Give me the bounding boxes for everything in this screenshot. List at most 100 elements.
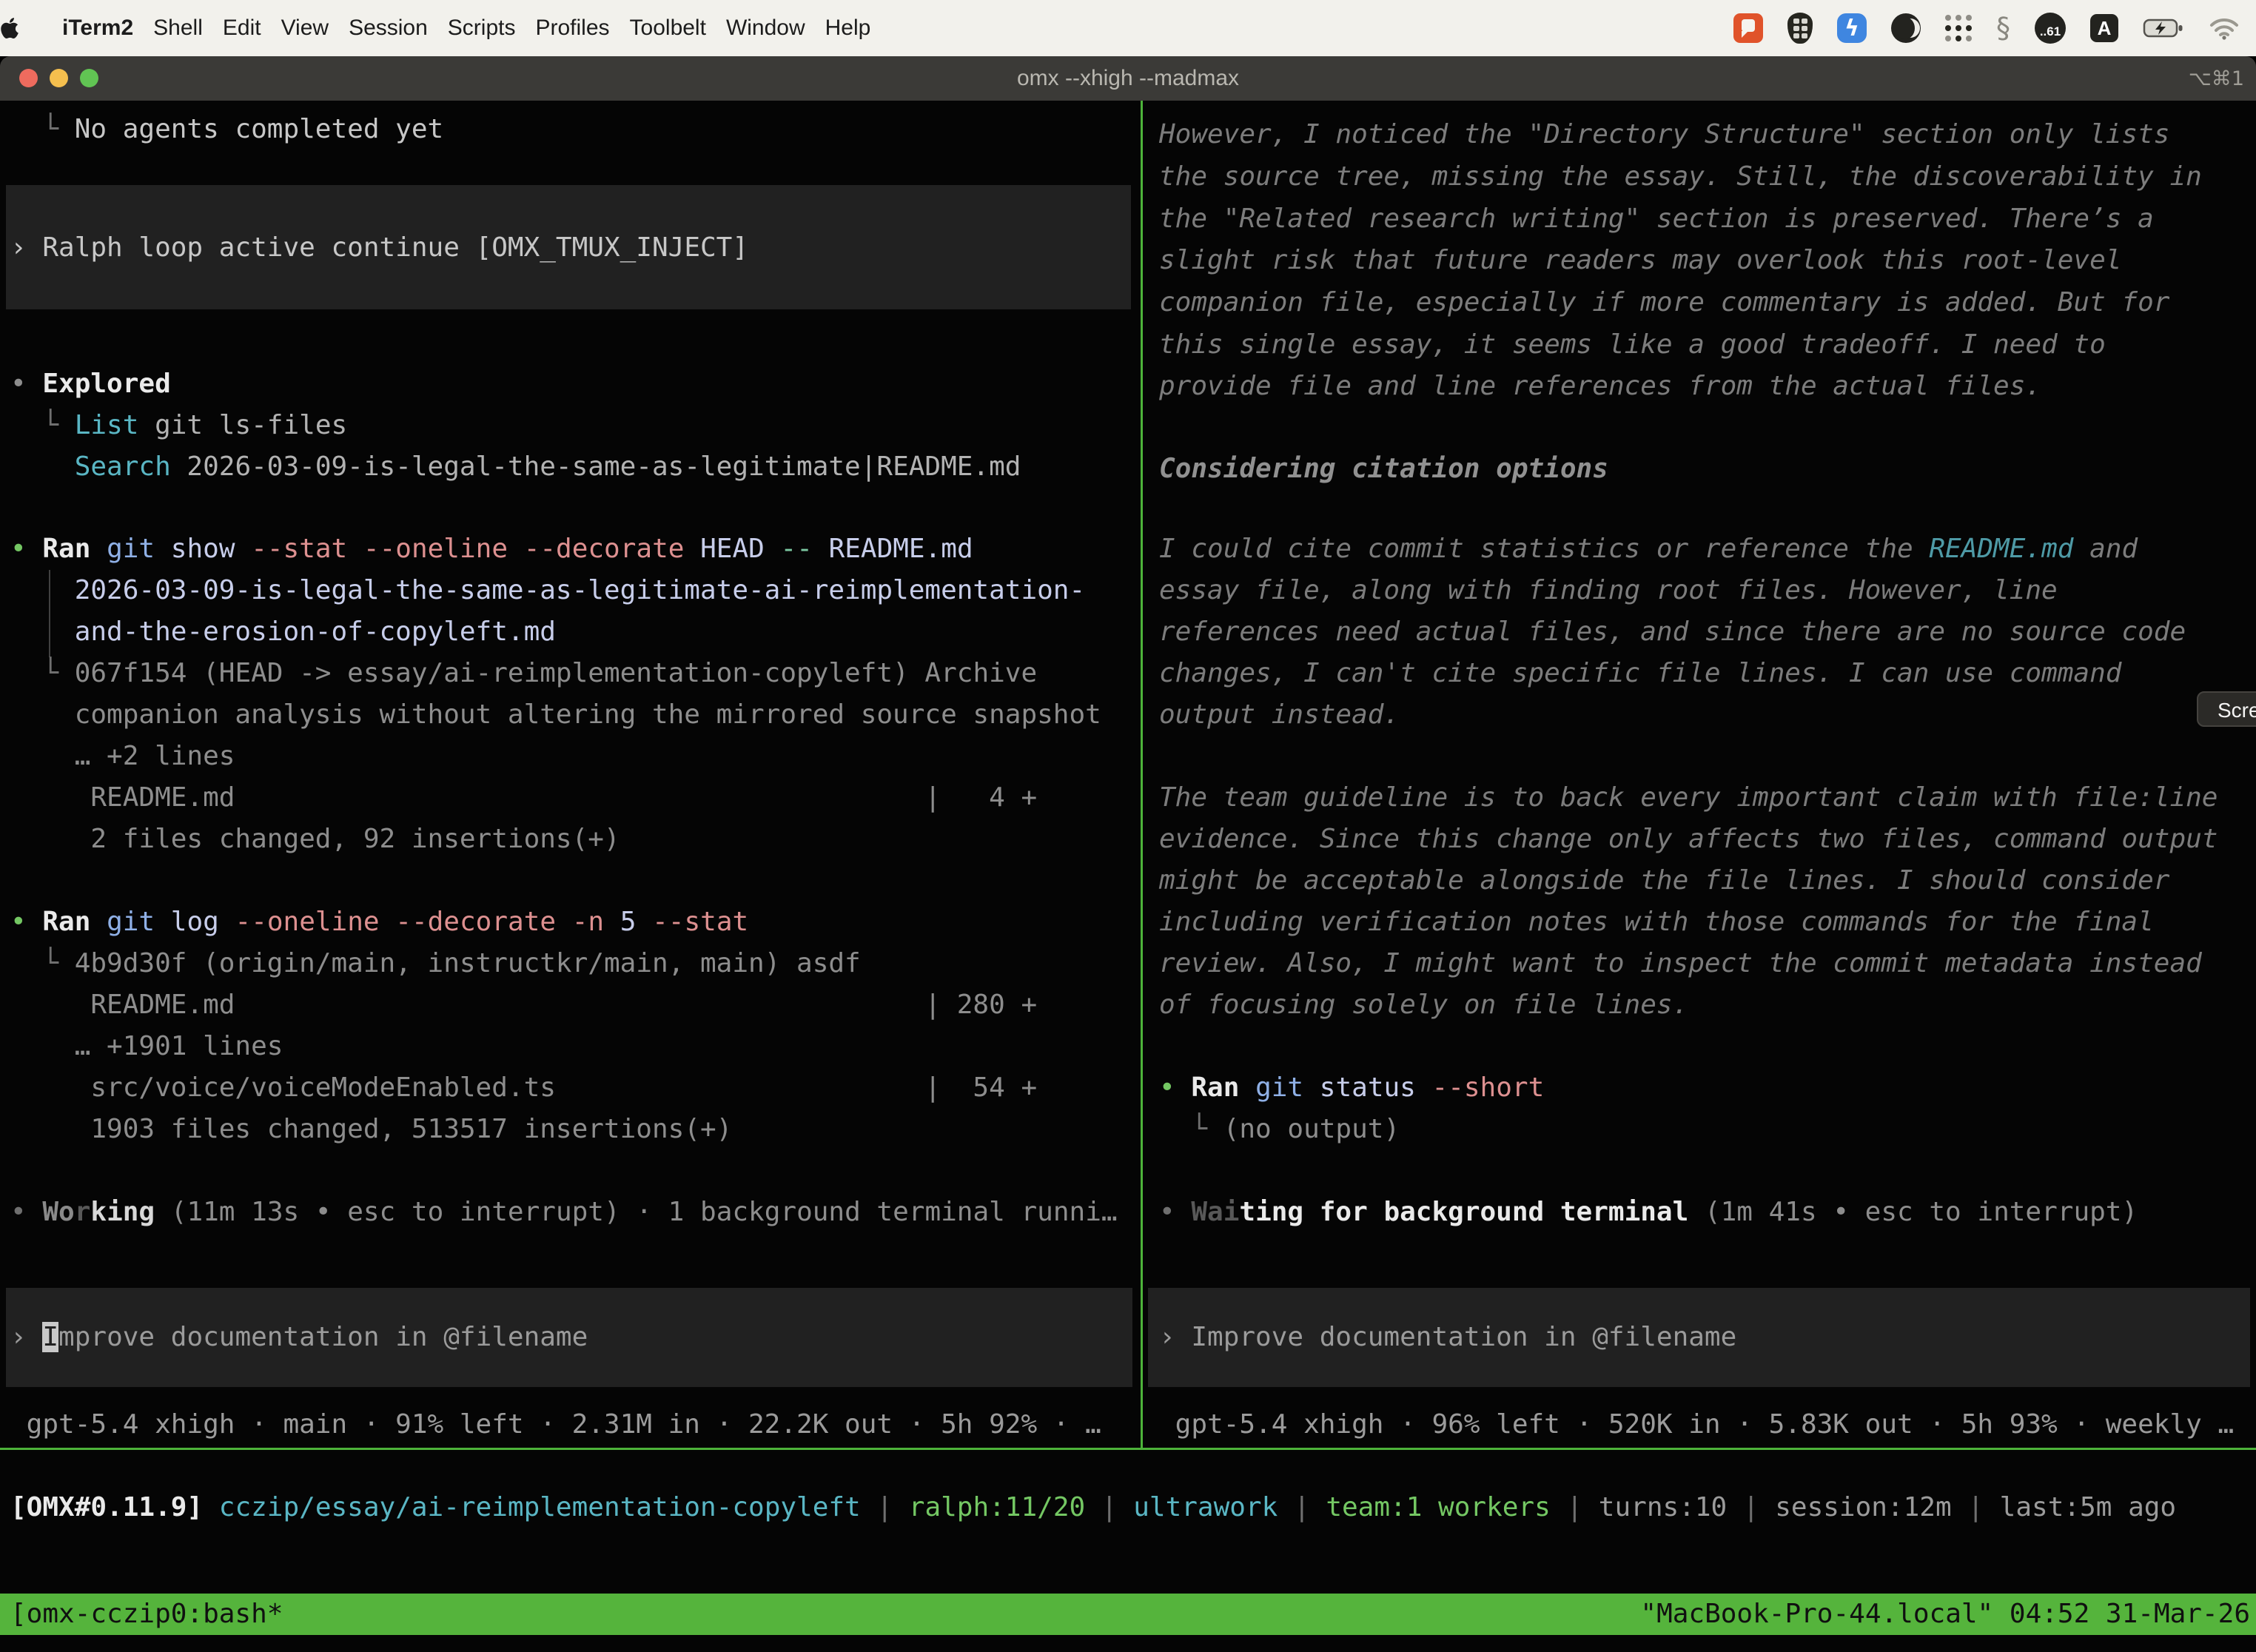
text-segment: companion analysis without altering the … [10,699,1101,730]
text-segment: … +2 lines [10,741,235,771]
menu-item-profiles[interactable]: Profiles [535,16,609,41]
menu-item-help[interactable]: Help [825,16,871,41]
omx-separator: | [1727,1492,1775,1522]
text-segment: gpt-5.4 xhigh · 96% left · 520K in · 5.8… [1159,1409,2234,1440]
text-segment: references need actual files, and since … [1159,617,2186,647]
bolt-app-icon[interactable]: ϟ [1837,13,1867,43]
apple-menu-icon[interactable] [0,16,19,40]
git-show-output-message-line: companion analysis without altering the … [10,694,1101,736]
git-show-output-summary-line: 2 files changed, 92 insertions(+) [10,818,620,860]
text-segment: • [1159,1197,1191,1227]
text-segment [636,907,652,937]
text-segment [604,907,620,937]
squiggle-icon-glyph: § [1996,12,2010,44]
squiggle-icon[interactable]: § [1996,12,2010,44]
git-log-output-stat-line-1: README.md | 280 + [10,984,1037,1026]
omx-session-label: session:12m [1775,1492,1951,1522]
crescent-app-icon[interactable] [1891,13,1921,43]
text-segment: git [107,534,155,564]
text-segment: └ [10,410,75,440]
git-status-output-line: └ (no output) [1159,1108,1400,1150]
thinking-paragraph-line: I could cite commit statistics or refere… [1159,528,2138,570]
menu-status-icons: ϟ § ..61 A [1733,12,2256,44]
text-segment: slight risk that future readers may over… [1159,245,2121,275]
window-title: omx --xhigh --madmax [0,56,2256,101]
text-segment [10,451,75,482]
git-log-output-truncated-line: … +1901 lines [10,1025,283,1067]
menu-item-edit[interactable]: Edit [223,16,261,41]
text-segment: r [75,1197,91,1227]
menu-item-shell[interactable]: Shell [153,16,203,41]
text-segment: --short [1432,1072,1545,1103]
prompt-input[interactable]: › Improve documentation in @filename [1159,1316,1736,1358]
text-segment: provide file and line references from th… [1159,371,2041,401]
thinking-paragraph-line: this single essay, it seems like a good … [1159,323,2106,366]
pane-divider-horizontal [0,1448,2256,1450]
session-status-line: gpt-5.4 xhigh · 96% left · 520K in · 5.8… [1159,1403,2234,1446]
thinking-paragraph-line: the "Related research writing" section i… [1159,198,2154,240]
text-segment: › [1159,1322,1191,1352]
text-segment: › [10,232,42,263]
text-segment: the "Related research writing" section i… [1159,204,2154,234]
chat-app-icon[interactable] [1733,13,1763,43]
text-segment: companion file, especially if more comme… [1159,287,2169,318]
text-segment: › [10,1322,42,1352]
input-source-icon[interactable]: A [2090,14,2118,42]
menu-item-view[interactable]: View [281,16,329,41]
text-segment: including verification notes with those … [1159,907,2154,937]
thinking-paragraph-line: The team guideline is to back every impo… [1159,776,2218,819]
menu-item-app-name[interactable]: iTerm2 [62,16,133,41]
dots-grid-icon[interactable] [1945,15,1972,41]
screen-overlay-label: Scre [2218,699,2256,722]
text-segment [235,534,252,564]
text-segment: --stat [652,907,748,937]
thinking-paragraph-line: of focusing solely on file lines. [1159,984,1688,1026]
macos-menu-bar: iTerm2 Shell Edit View Session Scripts Profil… [0,0,2256,56]
text-segment: • [10,369,42,399]
screen-overlay-button[interactable]: Scre [2197,691,2256,727]
text-segment: 2026-03-09-is-legal-the-same-as-legitima… [10,575,1085,605]
text-segment: I could cite commit statistics or refere… [1159,534,1929,564]
battery-icon-shape [2143,17,2184,39]
wifi-icon[interactable] [2209,16,2240,40]
thinking-paragraph-line: companion file, especially if more comme… [1159,281,2169,323]
thinking-paragraph-line: including verification notes with those … [1159,901,2154,943]
text-segment: git ls-files [138,410,347,440]
dial-app-icon-shape: ..61 [2035,13,2066,44]
text-segment: 4b9d30f (origin/main, instructkr/main, m… [75,948,861,978]
omx-separator: | [1085,1492,1133,1522]
text-segment: --decorate [395,907,556,937]
omx-team-label: team:1 workers [1326,1492,1550,1522]
thinking-paragraph-line: output instead. [1159,694,1400,736]
menu-items: iTerm2 Shell Edit View Session Scripts Profil… [52,16,870,41]
pane-divider-vertical[interactable] [1141,101,1143,1448]
menu-item-session[interactable]: Session [349,16,428,41]
battery-icon[interactable] [2143,17,2184,39]
text-segment: essay file, along with finding root file… [1159,575,2058,605]
dots-grid-icon-shape [1945,15,1972,41]
text-segment: Ran [1191,1072,1239,1103]
text-segment [90,534,107,564]
menu-item-window[interactable]: Window [726,16,805,41]
window-title-bar: omx --xhigh --madmax ⌥⌘1 [0,56,2256,101]
chat-app-icon-shape [1733,13,1763,43]
text-segment: Ran [42,534,90,564]
text-segment: gpt-5.4 xhigh · main · 91% left · 2.31M … [10,1409,1101,1440]
shield-app-icon[interactable] [1787,13,1813,44]
text-segment [508,534,524,564]
dial-app-icon[interactable]: ..61 [2035,13,2066,44]
text-segment: changes, I can't cite specific file line… [1159,658,2121,688]
thinking-paragraph-line: However, I noticed the "Directory Struct… [1159,113,2169,155]
omx-turns-label: turns:10 [1599,1492,1727,1522]
omx-branch-label: cczip/essay/ai-reimplementation-copyleft [219,1492,861,1522]
text-segment [155,907,171,937]
text-segment: mprove documentation in @filename [58,1322,588,1352]
prompt-input[interactable]: › Improve documentation in @filename [10,1316,588,1358]
menu-item-scripts[interactable]: Scripts [448,16,516,41]
text-segment: ting for background terminal [1239,1197,1688,1227]
omx-status-bar: [OMX#0.11.9] cczip/essay/ai-reimplementa… [10,1486,2176,1528]
menu-item-toolbelt[interactable]: Toolbelt [630,16,706,41]
text-segment: --decorate [524,534,685,564]
text-segment: the source tree, missing the essay. Stil… [1159,161,2202,192]
bolt-app-icon-shape: ϟ [1837,13,1867,43]
